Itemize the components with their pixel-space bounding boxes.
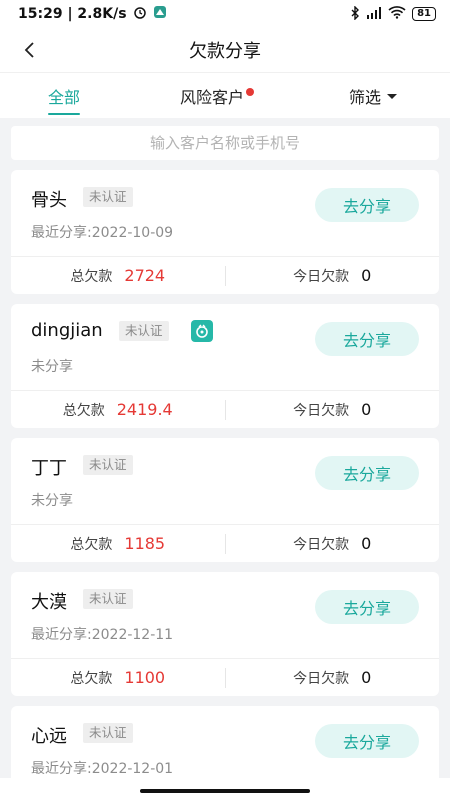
share-button[interactable]: 去分享 [315,322,419,356]
tab-all[interactable]: 全部 [48,73,81,119]
customer-name: 大漠 [31,592,67,613]
active-tab-indicator [48,113,81,115]
today-debt-label: 今日欠款 [293,402,350,419]
search-bar [11,126,439,160]
app-notification-icon [153,5,167,23]
share-button[interactable]: 去分享 [315,590,419,624]
today-debt-value: 0 [361,266,372,285]
share-button[interactable]: 去分享 [315,456,419,490]
status-time: 15:29 | 2.8K/s [18,6,127,22]
card-header: 大漠 未认证 最近分享:2022-12-11 去分享 [11,572,439,658]
today-debt: 今日欠款 0 [226,668,440,688]
total-debt-value: 1100 [124,668,166,687]
caret-down-icon [387,93,398,99]
customer-card[interactable]: 大漠 未认证 最近分享:2022-12-11 去分享 总欠款 1100 今日欠款… [11,572,439,696]
verification-badge: 未认证 [83,455,133,475]
alarm-icon [133,5,147,23]
today-debt: 今日欠款 0 [226,534,440,554]
verification-badge: 未认证 [119,321,169,341]
total-debt-label: 总欠款 [70,670,113,687]
chevron-left-icon [24,42,34,58]
customer-card[interactable]: 丁丁 未认证 未分享 去分享 总欠款 1185 今日欠款 0 [11,438,439,562]
total-debt: 总欠款 2724 [11,266,225,286]
page-title: 欠款分享 [189,41,261,62]
status-bar: 15:29 | 2.8K/s 81 [0,0,450,28]
home-indicator[interactable] [140,789,310,793]
tab-risk-label: 风险客户 [180,88,245,107]
nav-bar: 欠款分享 [0,28,450,72]
today-debt-value: 0 [361,534,372,553]
customer-card[interactable]: dingjian 未认证 未分享 去分享 总欠款 2419.4 今日欠款 0 [11,304,439,428]
battery-icon: 81 [412,7,436,21]
today-debt-label: 今日欠款 [293,536,350,553]
verification-badge: 未认证 [83,187,133,207]
today-debt: 今日欠款 0 [226,266,440,286]
card-debt-row: 总欠款 2724 今日欠款 0 [11,256,439,294]
card-debt-row: 总欠款 1100 今日欠款 0 [11,658,439,696]
signal-icon [366,6,382,22]
verification-badge: 未认证 [83,723,133,743]
customer-name: 心远 [31,726,67,747]
card-debt-row: 总欠款 1185 今日欠款 0 [11,524,439,562]
filter-label: 筛选 [349,88,382,107]
customer-name: 丁丁 [31,458,67,479]
verification-badge: 未认证 [83,589,133,609]
card-header: 骨头 未认证 最近分享:2022-10-09 去分享 [11,170,439,256]
wechat-icon [191,320,213,342]
last-share-text: 未分享 [31,493,73,509]
tab-all-label: 全部 [48,88,81,107]
wifi-icon [388,6,406,22]
notification-dot [246,88,255,96]
total-debt-value: 2724 [124,266,166,285]
today-debt-value: 0 [361,668,372,687]
total-debt-value: 2419.4 [116,400,173,419]
total-debt-label: 总欠款 [70,536,113,553]
customer-name: dingjian [31,320,103,341]
card-debt-row: 总欠款 2419.4 今日欠款 0 [11,390,439,428]
last-share-text: 未分享 [31,359,73,375]
today-debt-value: 0 [361,400,372,419]
last-share-text: 最近分享:2022-12-01 [31,761,174,777]
tab-bar: 全部 风险客户 筛选 [0,72,450,118]
share-button[interactable]: 去分享 [315,724,419,758]
last-share-text: 最近分享:2022-10-09 [31,225,174,241]
total-debt: 总欠款 1100 [11,668,225,688]
card-header: 丁丁 未认证 未分享 去分享 [11,438,439,524]
tab-risk-customers[interactable]: 风险客户 [180,73,255,119]
total-debt-label: 总欠款 [70,268,113,285]
today-debt-label: 今日欠款 [293,670,350,687]
search-input[interactable] [11,134,439,152]
status-left: 15:29 | 2.8K/s [18,5,167,23]
total-debt: 总欠款 1185 [11,534,225,554]
customer-card[interactable]: 骨头 未认证 最近分享:2022-10-09 去分享 总欠款 2724 今日欠款… [11,170,439,294]
total-debt-label: 总欠款 [62,402,105,419]
total-debt: 总欠款 2419.4 [11,400,225,420]
card-header: dingjian 未认证 未分享 去分享 [11,304,439,390]
total-debt-value: 1185 [124,534,166,553]
today-debt-label: 今日欠款 [293,268,350,285]
status-right: 81 [350,4,436,23]
back-button[interactable] [16,36,44,64]
bluetooth-icon [350,4,360,23]
last-share-text: 最近分享:2022-12-11 [31,627,174,643]
filter-dropdown[interactable]: 筛选 [349,73,398,119]
customer-name: 骨头 [31,190,67,211]
share-button[interactable]: 去分享 [315,188,419,222]
today-debt: 今日欠款 0 [226,400,440,420]
